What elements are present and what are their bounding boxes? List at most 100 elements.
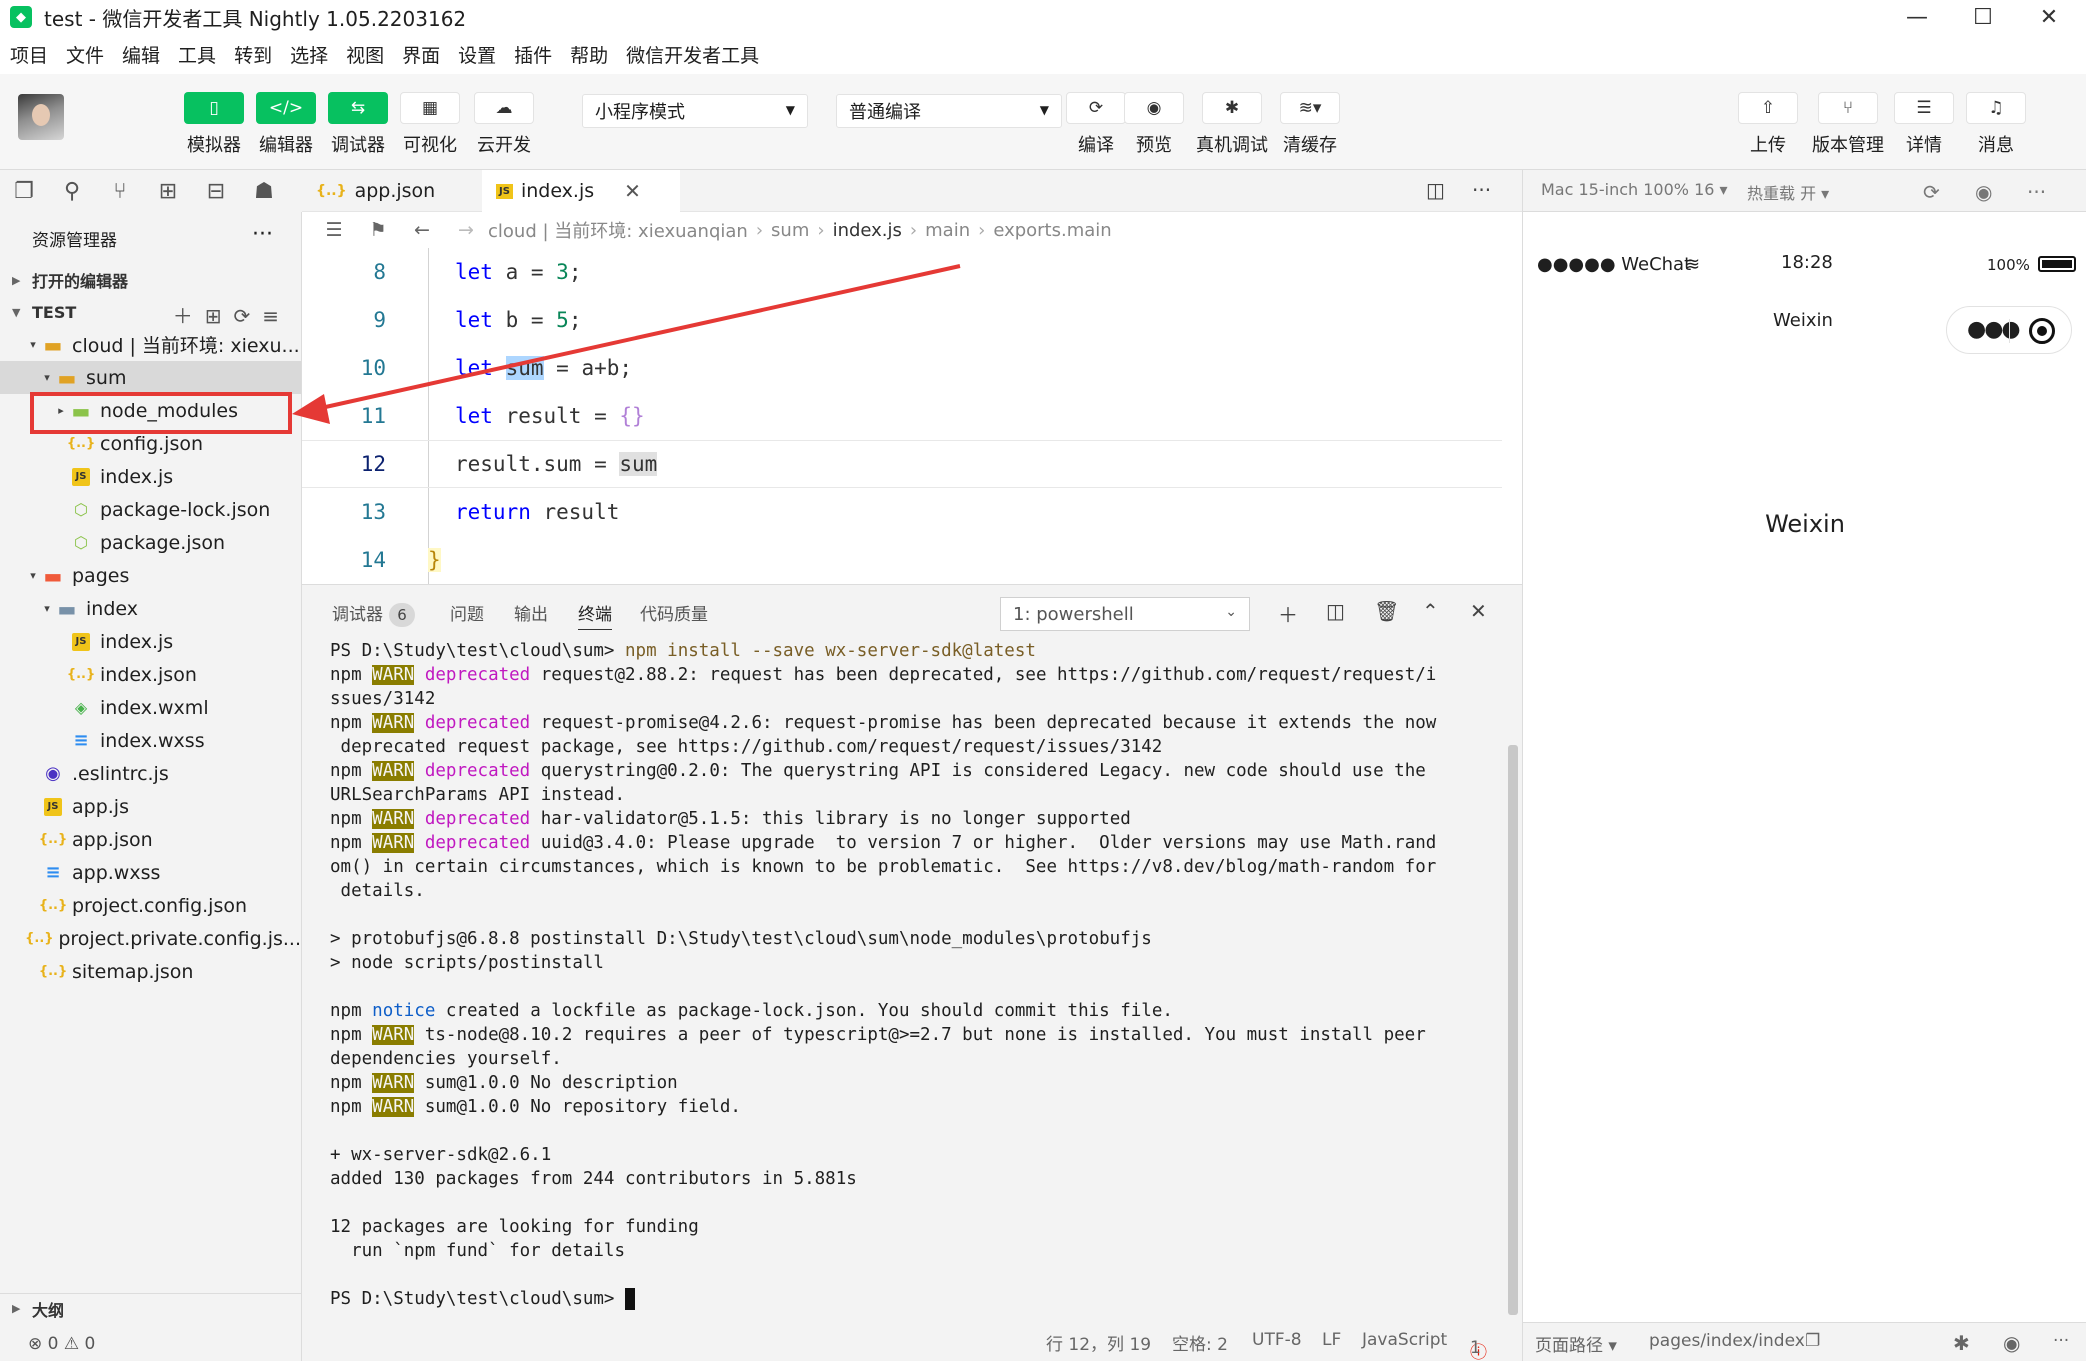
list-icon[interactable]: ☰ [312,219,356,241]
tab-output[interactable]: 输出 [514,600,548,625]
forward-arrow-icon[interactable]: → [444,219,488,241]
tree-item[interactable]: JS index.js [0,625,301,658]
tree-item[interactable]: ▾ ▬ index [0,592,301,625]
tree-item[interactable]: ▾ ▬ sum [0,361,301,394]
search-icon[interactable]: ⚲ [48,179,96,204]
more-actions-icon[interactable]: ··· [1472,178,1491,202]
device-select[interactable]: Mac 15-inch 100% 16 ▾ [1541,180,1728,199]
source-control-icon[interactable]: ⑂ [96,179,144,204]
chevron-up-icon[interactable]: ⌃ [1422,599,1439,623]
rotate-icon[interactable]: ⟳ [1923,180,1940,204]
bug-icon[interactable]: ✱ [1953,1331,1970,1355]
menu-tools[interactable]: 工具 [178,41,216,68]
upload-button[interactable]: ⇧ 上传 [1738,92,1798,157]
editor-toggle-button[interactable]: </> 编辑器 [256,92,316,157]
files-icon[interactable]: ❐ [0,179,48,204]
code-editor[interactable]: 8 let a = 3; 9 let b = 5; 10 let sum = a… [302,248,1522,584]
more-actions-icon[interactable]: ··· [2027,180,2046,204]
tree-item[interactable]: {..} project.config.json [0,889,301,922]
menu-file[interactable]: 文件 [66,41,104,68]
tree-item[interactable]: ⬡ package-lock.json [0,493,301,526]
open-editors-section[interactable]: ▶ 打开的编辑器 [0,264,301,296]
collapse-icon[interactable]: ≡ [262,304,291,328]
chevron-down-icon[interactable]: ▾ [38,602,56,615]
messages-button[interactable]: ♫ 消息 [1966,92,2026,157]
language-mode[interactable]: JavaScript [1362,1330,1447,1350]
tree-item[interactable]: ▾ ▬ pages [0,559,301,592]
tab-terminal[interactable]: 终端 [578,600,612,630]
cursor-position[interactable]: 行 12，列 19 [1046,1330,1151,1355]
tree-item[interactable]: {..} app.json [0,823,301,856]
copy-icon[interactable]: ❐ [1805,1331,1820,1351]
stop-icon[interactable]: ◉ [1975,180,1992,204]
outline-section[interactable]: ▶ 大纲 [0,1293,302,1323]
close-icon[interactable]: ✕ [624,179,641,203]
terminal-scrollbar[interactable] [1508,745,1518,1315]
mode-select[interactable]: 小程序模式 ▼ [582,94,808,128]
more-icon[interactable]: ··· [252,222,273,247]
page-path-label[interactable]: 页面路径 ▾ [1535,1331,1617,1356]
close-window-button[interactable]: ✕ [2016,0,2082,34]
menu-plugins[interactable]: 插件 [514,41,552,68]
breadcrumb-main[interactable]: main [925,220,970,241]
tree-item[interactable]: JS index.js [0,460,301,493]
encoding[interactable]: UTF-8 [1252,1330,1302,1350]
project-section[interactable]: ▼ TEST ＋⊞⟳≡ [0,296,301,329]
tree-item[interactable]: {..} project.private.config.js... [0,922,301,955]
bookmark-icon[interactable]: ⚑ [356,219,400,241]
tree-item[interactable]: {..} index.json [0,658,301,691]
menu-view[interactable]: 视图 [346,41,384,68]
tree-item[interactable]: ◈ index.wxml [0,691,301,724]
clear-cache-button[interactable]: ≋▾ 清缓存 [1280,92,1340,157]
avatar[interactable] [18,94,64,140]
menu-settings[interactable]: 设置 [458,41,496,68]
real-device-debug-button[interactable]: ✱ 真机调试 [1196,92,1268,157]
line-ending[interactable]: LF [1322,1330,1341,1350]
docker-icon[interactable]: ☗ [240,179,288,204]
new-file-icon[interactable]: ＋ [173,304,205,328]
hot-reload-toggle[interactable]: 热重载 开 ▾ [1747,180,1829,204]
chevron-down-icon[interactable]: ▾ [38,371,56,384]
maximize-button[interactable]: ☐ [1950,0,2016,34]
terminal-select[interactable]: 1: powershell ⌄ [1000,597,1250,631]
details-button[interactable]: ☰ 详情 [1894,92,1954,157]
tab-problems[interactable]: 问题 [450,600,484,625]
debugger-toggle-button[interactable]: ⇆ 调试器 [328,92,388,157]
tree-item[interactable]: {..} sitemap.json [0,955,301,988]
terminal-output[interactable]: PS D:\Study\test\cloud\sum> npm install … [330,639,1500,1311]
new-terminal-icon[interactable]: ＋ [1278,599,1298,628]
chevron-down-icon[interactable]: ▾ [24,338,42,351]
chevron-down-icon[interactable]: ▾ [24,569,42,582]
tree-item[interactable]: ≡ index.wxss [0,724,301,757]
version-control-button[interactable]: ⑂ 版本管理 [1812,92,1884,157]
extensions-icon[interactable]: ⊞ [144,179,192,204]
tree-item[interactable]: ≡ app.wxss [0,856,301,889]
tab-debugger[interactable]: 调试器 6 [332,600,415,627]
breadcrumb-cloud[interactable]: cloud | 当前环境: xiexuanqian [488,217,748,243]
minimize-button[interactable]: — [1884,0,1950,34]
page-path[interactable]: pages/index/index [1649,1331,1805,1351]
tree-item[interactable]: JS app.js [0,790,301,823]
indentation[interactable]: 空格: 2 [1172,1330,1228,1355]
trash-icon[interactable]: 🗑 [1374,599,1399,623]
menu-select[interactable]: 选择 [290,41,328,68]
compile-button[interactable]: ⟳ 编译 [1064,92,1128,157]
storage-icon[interactable]: ⊟ [192,179,240,204]
more-actions-icon[interactable]: ··· [2053,1331,2069,1351]
simulator-toggle-button[interactable]: ▯ 模拟器 [184,92,244,157]
menu-goto[interactable]: 转到 [234,41,272,68]
tree-item[interactable]: ▾ ▬ cloud | 当前环境: xiexu... [0,328,301,361]
split-terminal-icon[interactable]: ◫ [1326,599,1345,623]
menu-interface[interactable]: 界面 [402,41,440,68]
back-arrow-icon[interactable]: ← [400,219,444,241]
breadcrumb-exports-main[interactable]: exports.main [993,220,1111,241]
close-miniprogram-icon[interactable] [2029,318,2055,344]
more-dots-icon[interactable]: ●●● [1967,317,2021,342]
menu-wechat-devtools[interactable]: 微信开发者工具 [626,41,759,68]
cloud-dev-button[interactable]: ☁ 云开发 [474,92,534,157]
split-editor-icon[interactable]: ◫ [1426,178,1445,202]
tab-index-js[interactable]: JS index.js ✕ [482,170,680,212]
visual-toggle-button[interactable]: ▦ 可视化 [400,92,460,157]
breadcrumb-file[interactable]: index.js [833,220,902,241]
eye-icon[interactable]: ◉ [2003,1331,2020,1355]
